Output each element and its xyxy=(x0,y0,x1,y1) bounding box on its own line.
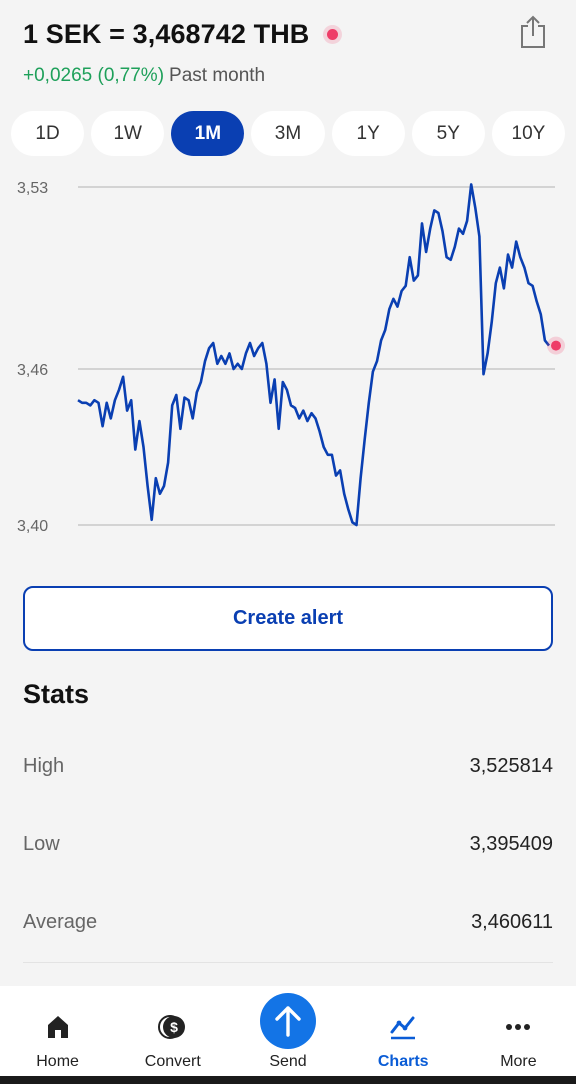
y-tick-label: 3,53 xyxy=(17,180,48,197)
nav-label: Convert xyxy=(144,1053,201,1070)
series-line xyxy=(77,183,551,527)
create-alert-button[interactable]: Create alert xyxy=(23,586,553,651)
bottom-nav: Home $ Convert Send Charts More xyxy=(0,986,576,1076)
stat-row-average: Average 3,460611 xyxy=(23,902,553,942)
stat-label: Average xyxy=(23,910,98,933)
tab-1m[interactable]: 1M xyxy=(171,111,245,156)
send-button[interactable] xyxy=(260,993,316,1049)
tab-5y[interactable]: 5Y xyxy=(411,111,485,156)
nav-label: Charts xyxy=(377,1053,429,1070)
app-screen: 1 SEK = 3,468742 THB +0,0265 (0,77%) Past… xyxy=(0,0,576,1084)
nav-item-home[interactable]: Home xyxy=(0,986,115,1076)
system-nav-bar xyxy=(0,1076,576,1084)
home-icon xyxy=(47,1016,68,1038)
stats-heading: Stats xyxy=(23,679,90,709)
nav-item-charts[interactable]: Charts xyxy=(346,986,461,1076)
rate-chart-svg: 3,53 3,46 3,40 xyxy=(17,180,565,535)
y-tick-label: 3,40 xyxy=(17,518,48,535)
current-point-marker xyxy=(551,340,561,351)
nav-item-convert[interactable]: $ Convert xyxy=(115,986,230,1076)
send-icon xyxy=(275,1006,301,1037)
rate-chart[interactable]: 3,53 3,46 3,40 xyxy=(0,170,576,550)
more-icon xyxy=(506,1024,531,1030)
stat-row-low: Low 3,395409 xyxy=(23,824,553,864)
range-tabs: 1D 1W 1M 3M 1Y 5Y 10Y xyxy=(11,111,565,156)
tab-1w[interactable]: 1W xyxy=(91,111,165,156)
nav-item-send[interactable]: Send xyxy=(230,986,345,1076)
share-button[interactable] xyxy=(518,14,548,50)
rate-title-text: 1 SEK = 3,468742 THB xyxy=(23,19,310,49)
tab-3m[interactable]: 3M xyxy=(251,111,325,156)
convert-icon: $ xyxy=(157,1015,185,1039)
stat-label: High xyxy=(23,754,65,777)
svg-text:$: $ xyxy=(170,1019,178,1035)
tab-1y[interactable]: 1Y xyxy=(331,111,405,156)
live-indicator-icon xyxy=(327,29,339,40)
stat-value: 3,525814 xyxy=(469,754,553,777)
rate-title: 1 SEK = 3,468742 THB xyxy=(23,19,339,50)
change-value: +0,0265 (0,77%) xyxy=(23,65,165,86)
tab-1d[interactable]: 1D xyxy=(11,111,85,156)
nav-label: More xyxy=(500,1053,537,1070)
y-tick-label: 3,46 xyxy=(17,362,48,379)
stat-label: Low xyxy=(23,832,60,855)
share-icon xyxy=(521,15,545,48)
tab-10y[interactable]: 10Y xyxy=(491,111,565,156)
charts-icon xyxy=(390,1016,416,1040)
stat-value: 3,395409 xyxy=(469,832,553,855)
nav-label: Home xyxy=(36,1053,79,1070)
nav-item-more[interactable]: More xyxy=(461,986,576,1076)
change-period: Past month xyxy=(169,65,266,86)
nav-label: Send xyxy=(269,1053,307,1070)
stat-value: 3,460611 xyxy=(471,910,553,933)
stat-row-high: High 3,525814 xyxy=(23,746,553,786)
stats-divider xyxy=(23,962,553,963)
rate-change: +0,0265 (0,77%) Past month xyxy=(23,65,265,87)
